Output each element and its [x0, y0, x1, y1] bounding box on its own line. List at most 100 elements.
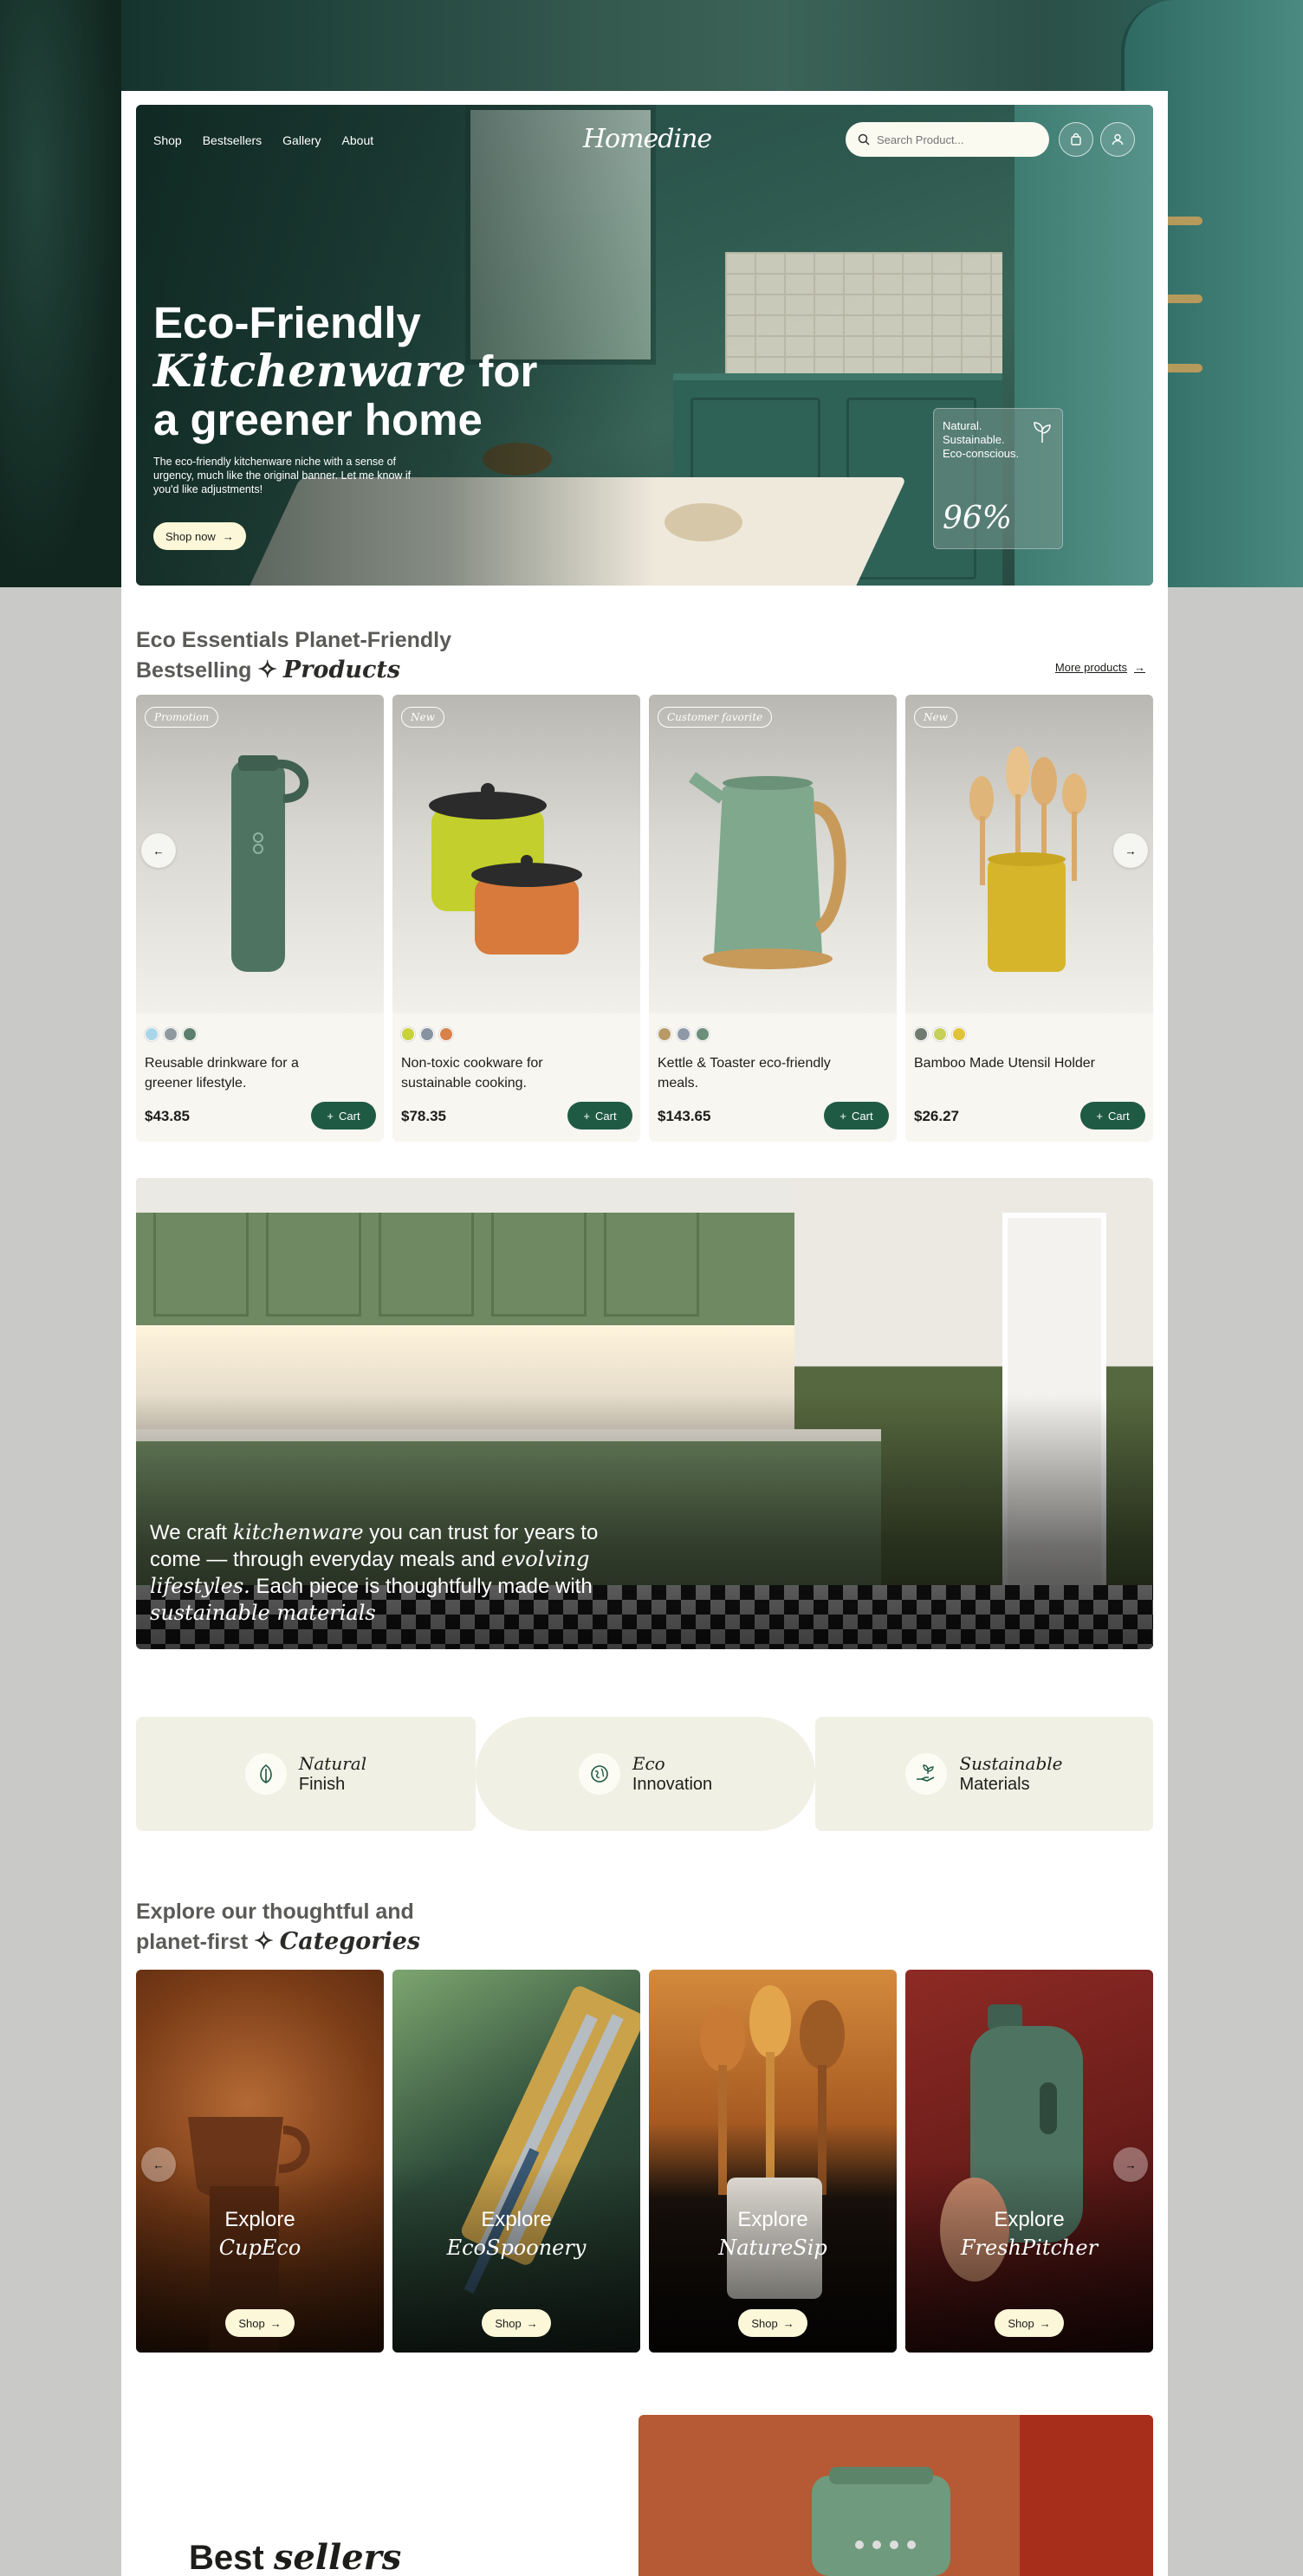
best-sellers-italic: sellers — [273, 2537, 402, 2576]
category-name: FreshPitcher — [960, 2236, 1099, 2260]
banner-text-part: We craft — [150, 1521, 233, 1544]
hand-sprout-icon — [905, 1753, 948, 1795]
product-card[interactable]: New Bamboo Made Utensil Holder $26.27 + C… — [905, 695, 1153, 1142]
bestselling-heading: Eco Essentials Planet-Friendly Bestselli… — [136, 625, 451, 685]
add-to-cart-button[interactable]: + Cart — [567, 1102, 632, 1129]
sprout-icon — [1034, 422, 1051, 443]
product-description[interactable]: Reusable drinkware for a greener lifesty… — [145, 1053, 335, 1093]
kitchen-banner: We craft kitchenware you can trust for y… — [136, 1178, 1153, 1649]
feature-subtitle: Innovation — [632, 1775, 713, 1794]
color-swatch[interactable] — [933, 1027, 947, 1041]
color-swatch[interactable] — [677, 1027, 690, 1041]
product-card[interactable]: Customer favorite Kettle & Toaster eco-f… — [649, 695, 897, 1142]
banner-text: We craft kitchenware you can trust for y… — [150, 1519, 635, 1627]
product-card[interactable]: Promotion Reusable drinkware for a green… — [136, 695, 384, 1142]
product-description[interactable]: Non-toxic cookware for sustainable cooki… — [401, 1053, 592, 1093]
hero-title-line2: for — [466, 346, 538, 396]
hero-section: Shop Bestsellers Gallery About Homedine … — [136, 105, 1153, 586]
carousel-prev-button[interactable]: ← — [141, 833, 176, 868]
cart-label: Cart — [339, 1109, 360, 1123]
category-label: Explore CupEco — [136, 2205, 384, 2262]
leaf-icon — [244, 1753, 287, 1795]
category-shop-button[interactable]: Shop → — [482, 2309, 551, 2337]
product-card[interactable]: New Non-toxic cookware for sustainable c… — [392, 695, 640, 1142]
color-swatches — [914, 1027, 966, 1041]
feature-title: Eco — [632, 1753, 665, 1774]
category-name: NatureSip — [718, 2236, 827, 2260]
search-input[interactable] — [877, 133, 1041, 146]
feature-title: Natural — [298, 1753, 367, 1774]
category-name: CupEco — [218, 2236, 301, 2260]
color-swatch[interactable] — [164, 1027, 178, 1041]
feature-sustainable-materials: Sustainable Materials — [815, 1717, 1153, 1831]
user-icon — [1112, 133, 1124, 146]
category-label: Explore FreshPitcher — [905, 2205, 1153, 2262]
categories-heading-italic: Categories — [279, 1928, 421, 1955]
add-to-cart-button[interactable]: + Cart — [824, 1102, 889, 1129]
shopping-bag-icon — [1071, 133, 1081, 146]
color-swatch[interactable] — [401, 1027, 415, 1041]
color-swatches — [145, 1027, 197, 1041]
eco-stat-card: Natural. Sustainable. Eco-conscious. 96% — [933, 408, 1063, 549]
category-explore: Explore — [737, 2208, 808, 2231]
product-price: $43.85 — [145, 1108, 190, 1124]
color-swatch[interactable] — [183, 1027, 197, 1041]
arrow-right-icon: → — [1134, 661, 1145, 674]
brand-logo[interactable]: Homedine — [574, 124, 721, 154]
eco-card-percent: 96% — [943, 501, 1013, 536]
best-sellers-heading: Best sellers — [189, 2537, 401, 2576]
arrow-left-icon: ← — [152, 2158, 165, 2171]
product-description[interactable]: Kettle & Toaster eco-friendly meals. — [658, 1053, 848, 1093]
nav-gallery[interactable]: Gallery — [282, 133, 321, 147]
color-swatch[interactable] — [952, 1027, 966, 1041]
categories-prev-button[interactable]: ← — [141, 2147, 176, 2182]
color-swatch[interactable] — [914, 1027, 928, 1041]
color-swatch[interactable] — [145, 1027, 159, 1041]
color-swatch[interactable] — [658, 1027, 671, 1041]
category-card-ecospoonery[interactable]: Explore EcoSpoonery Shop → — [392, 1970, 640, 2353]
carousel-next-button[interactable]: → — [1113, 833, 1148, 868]
color-swatch[interactable] — [439, 1027, 453, 1041]
category-label: Explore NatureSip — [649, 2205, 897, 2262]
arrow-right-icon: → — [1039, 2316, 1051, 2330]
bestselling-heading-line1: Eco Essentials Planet-Friendly — [136, 628, 452, 652]
add-to-cart-button[interactable]: + Cart — [311, 1102, 376, 1129]
arrow-right-icon: → — [269, 2316, 282, 2330]
shop-label: Shop — [238, 2316, 265, 2330]
cart-button[interactable] — [1059, 122, 1093, 157]
product-image-kettle — [649, 695, 897, 1013]
search-bar[interactable] — [846, 122, 1049, 157]
hero-title-line1: Eco-Friendly — [153, 298, 421, 347]
category-explore: Explore — [224, 2208, 295, 2231]
category-shop-button[interactable]: Shop → — [738, 2309, 807, 2337]
categories-next-button[interactable]: → — [1113, 2147, 1148, 2182]
nav-about[interactable]: About — [342, 133, 374, 147]
category-label: Explore EcoSpoonery — [392, 2205, 640, 2262]
account-button[interactable] — [1100, 122, 1135, 157]
color-swatch[interactable] — [696, 1027, 710, 1041]
categories-heading: Explore our thoughtful and planet-first … — [136, 1897, 420, 1957]
nav-bestsellers[interactable]: Bestsellers — [203, 133, 262, 147]
main-nav: Shop Bestsellers Gallery About — [153, 133, 373, 147]
plus-icon: + — [327, 1109, 334, 1123]
categories-heading-line1: Explore our thoughtful and — [136, 1900, 414, 1924]
plus-icon: + — [583, 1109, 591, 1123]
product-tag: Promotion — [145, 707, 219, 728]
product-price: $78.35 — [401, 1108, 446, 1124]
nav-shop[interactable]: Shop — [153, 133, 182, 147]
shop-now-button[interactable]: Shop now → — [153, 522, 246, 550]
sparkle-icon: ✧ — [254, 1928, 274, 1954]
add-to-cart-button[interactable]: + Cart — [1080, 1102, 1145, 1129]
feature-subtitle: Finish — [298, 1775, 346, 1794]
search-icon — [858, 133, 870, 146]
color-swatch[interactable] — [420, 1027, 434, 1041]
category-card-naturesip[interactable]: Explore NatureSip Shop → — [649, 1970, 897, 2353]
color-swatches — [658, 1027, 710, 1041]
product-image-cookware — [392, 695, 640, 1013]
more-products-link[interactable]: More products → — [1055, 661, 1145, 674]
cart-label: Cart — [852, 1109, 873, 1123]
category-shop-button[interactable]: Shop → — [225, 2309, 295, 2337]
product-tag: Customer favorite — [658, 707, 773, 728]
product-description[interactable]: Bamboo Made Utensil Holder — [914, 1053, 1105, 1073]
category-shop-button[interactable]: Shop → — [995, 2309, 1064, 2337]
